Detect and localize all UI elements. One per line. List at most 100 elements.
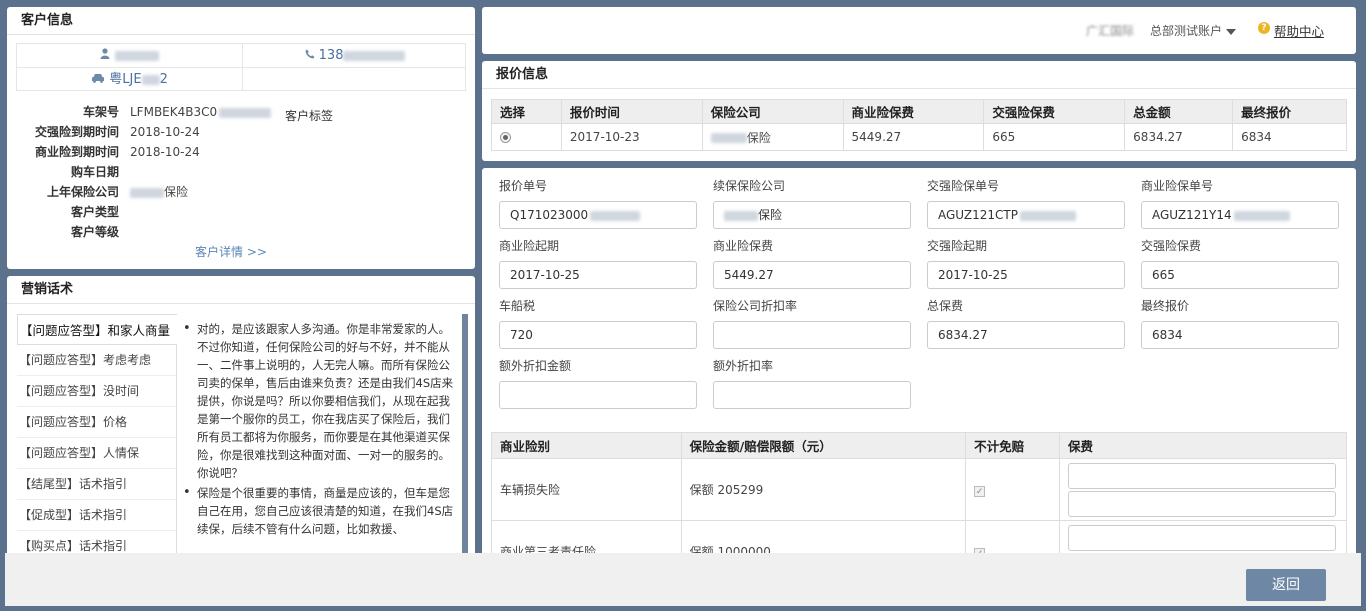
quote-time: 2017-10-23 xyxy=(560,123,703,151)
customer-name-redacted xyxy=(114,50,159,61)
script-item: 对的，是应该跟家人多沟通。你是非常爱家的人。不过你知道，任何保险公司的好与不好，… xyxy=(181,320,455,482)
script-tab[interactable]: 【问题应答型】人情保 xyxy=(17,438,177,469)
field-customer-type: 客户类型 xyxy=(7,202,447,222)
insurance-amount: 保额 205299 xyxy=(680,458,967,521)
script-tab[interactable]: 【问题应答型】没时间 xyxy=(17,376,177,407)
scrollbar-thumb[interactable] xyxy=(462,314,468,556)
quote-info-title: 报价信息 xyxy=(482,61,1356,89)
deductible-checkbox[interactable]: ✓ xyxy=(974,485,986,497)
select-cell[interactable] xyxy=(491,123,562,151)
extra-discount-rate-input[interactable] xyxy=(713,381,911,409)
select-radio[interactable] xyxy=(500,132,511,143)
total-premium-input[interactable]: 6834.27 xyxy=(927,321,1125,349)
quote-number-input[interactable]: Q171023000 xyxy=(499,201,697,229)
insurance-name: 车辆损失险 xyxy=(491,458,682,521)
field-commercial-start: 商业险起期 2017-10-25 xyxy=(499,237,697,289)
quote-table: 选择 报价时间 保险公司 商业险保费 交强险保费 总金额 最终报价 2017-1… xyxy=(491,99,1347,151)
help-center-link[interactable]: 帮助中心 xyxy=(1274,21,1324,40)
customer-plate-prefix: 粤LJE xyxy=(109,72,142,87)
phone-redacted xyxy=(343,50,406,61)
customer-name-cell xyxy=(17,44,242,67)
deductible-cell: ✓ xyxy=(965,458,1060,521)
script-tab[interactable]: 【问题应答型】考虑考虑 xyxy=(17,345,177,376)
field-compulsory-policy: 交强险保单号 AGUZ121CTP xyxy=(927,177,1125,229)
field-label: 车船税 xyxy=(499,299,536,313)
customer-info-title: 客户信息 xyxy=(7,7,475,35)
field-label: 总保费 xyxy=(927,299,964,313)
field-vin: 车架号 LFMBEK4B3C0 xyxy=(7,102,447,122)
customer-plate-suffix: 2 xyxy=(159,72,168,87)
commercial-start-input[interactable]: 2017-10-25 xyxy=(499,261,697,289)
field-label: 额外折扣金额 xyxy=(499,359,572,373)
compulsory-policy-input[interactable]: AGUZ121CTP xyxy=(927,201,1125,229)
renewal-insurer-input[interactable]: 保险 xyxy=(713,201,911,229)
help-icon[interactable]: ? xyxy=(1258,22,1270,34)
field-total-premium: 总保费 6834.27 xyxy=(927,297,1125,349)
field-quote-number: 报价单号 Q171023000 xyxy=(499,177,697,229)
field-value: LFMBEK4B3C0 xyxy=(130,102,272,122)
field-extra-discount-rate: 额外折扣率 xyxy=(713,357,911,409)
field-label: 客户等级 xyxy=(70,225,119,239)
script-tab[interactable]: 【促成型】话术指引 xyxy=(17,500,177,531)
field-compulsory-expiry: 交强险到期时间 2018-10-24 xyxy=(7,122,447,142)
final-quote-input[interactable]: 6834 xyxy=(1141,321,1339,349)
field-label: 商业险到期时间 xyxy=(34,145,119,159)
field-commercial-expiry: 商业险到期时间 2018-10-24 xyxy=(7,142,447,162)
back-button[interactable]: 返回 xyxy=(1246,569,1326,601)
marketing-script-panel: 营销话术 【问题应答型】和家人商量 【问题应答型】考虑考虑 【问题应答型】没时间… xyxy=(7,276,475,556)
premium-input[interactable] xyxy=(1068,462,1336,489)
field-label: 最终报价 xyxy=(1141,299,1190,313)
field-value: 2018-10-24 xyxy=(130,125,200,139)
insurer-discount-input[interactable] xyxy=(713,321,911,349)
field-purchase-date: 购车日期 xyxy=(7,162,447,182)
field-final-quote: 最终报价 6834 xyxy=(1141,297,1339,349)
premium-input[interactable] xyxy=(1068,490,1336,517)
field-extra-discount-amount: 额外折扣金额 xyxy=(499,357,697,409)
column-header: 保险金额/赔偿限额（元） xyxy=(680,432,967,459)
script-scrollbar[interactable] xyxy=(462,314,468,556)
script-content: 对的，是应该跟家人多沟通。你是非常爱家的人。不过你知道，任何保险公司的好与不好，… xyxy=(176,314,461,556)
field-label: 交强险到期时间 xyxy=(34,125,119,139)
customer-phone-cell: 138 xyxy=(243,44,467,67)
footer-bar: 返回 xyxy=(5,553,1361,606)
customer-phone: 138 xyxy=(318,48,344,63)
field-label: 额外折扣率 xyxy=(713,359,774,373)
account-label[interactable]: 总部测试账户 xyxy=(1150,24,1222,38)
table-header-row: 选择 报价时间 保险公司 商业险保费 交强险保费 总金额 最终报价 xyxy=(491,99,1347,124)
column-header: 保险公司 xyxy=(701,99,844,124)
compulsory-start-input[interactable]: 2017-10-25 xyxy=(927,261,1125,289)
script-tab[interactable]: 【问题应答型】和家人商量 xyxy=(17,314,177,345)
field-customer-level: 客户等级 xyxy=(7,222,447,242)
script-tab[interactable]: 【问题应答型】价格 xyxy=(17,407,177,438)
customer-plate-cell: 粤LJE 2 xyxy=(17,68,242,91)
field-label: 交强险保费 xyxy=(1141,239,1202,253)
caret-down-icon[interactable] xyxy=(1226,28,1237,35)
column-header: 商业险保费 xyxy=(842,99,985,124)
car-icon xyxy=(91,72,109,87)
field-value: 保险 xyxy=(130,182,188,202)
field-compulsory-start: 交强险起期 2017-10-25 xyxy=(927,237,1125,289)
user-name: 广汇国际 xyxy=(1086,24,1135,38)
quote-company: 保险 xyxy=(701,123,844,151)
user-icon xyxy=(100,48,114,63)
customer-tag-label: 客户标签 xyxy=(285,109,334,123)
phone-icon xyxy=(305,48,319,63)
field-last-insurer: 上年保险公司 保险 xyxy=(7,182,447,202)
extra-discount-amount-input[interactable] xyxy=(499,381,697,409)
plate-redacted xyxy=(141,74,160,85)
column-header: 选择 xyxy=(491,99,562,124)
column-header: 报价时间 xyxy=(560,99,703,124)
account-dropdown[interactable]: 总部测试账户 xyxy=(1150,22,1237,39)
vehicle-tax-input[interactable]: 720 xyxy=(499,321,697,349)
premium-input[interactable] xyxy=(1068,524,1336,551)
field-label: 续保保险公司 xyxy=(713,179,786,193)
table-row[interactable]: 2017-10-23 保险 5449.27 665 6834.27 6834 xyxy=(491,123,1347,151)
commercial-premium-input[interactable]: 5449.27 xyxy=(713,261,911,289)
column-header: 不计免赔 xyxy=(965,432,1060,459)
commercial-policy-input[interactable]: AGUZ121Y14 xyxy=(1141,201,1339,229)
premium-cell xyxy=(1059,458,1347,521)
script-tab[interactable]: 【结尾型】话术指引 xyxy=(17,469,177,500)
field-label: 车架号 xyxy=(82,105,119,119)
compulsory-premium-input[interactable]: 665 xyxy=(1141,261,1339,289)
customer-detail-link[interactable]: 客户详情 >> xyxy=(195,243,267,260)
